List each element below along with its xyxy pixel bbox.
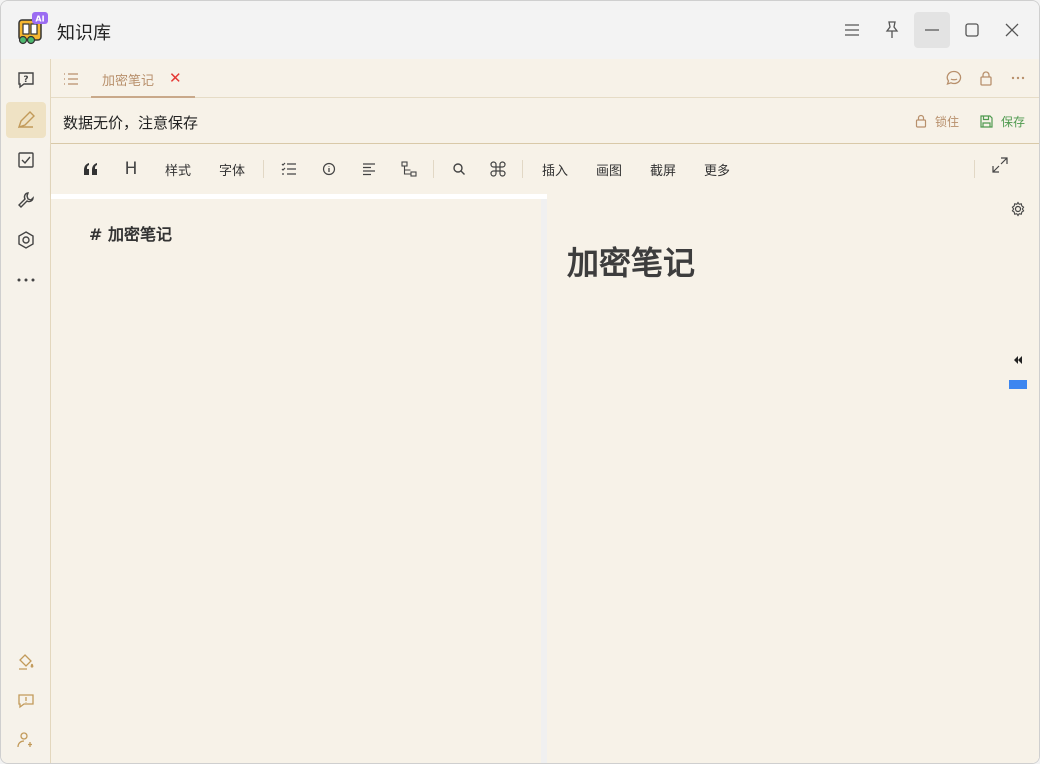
editor-heading-line: # 加密笔记 bbox=[89, 225, 172, 244]
lock-icon bbox=[915, 114, 927, 128]
tab-label: 加密笔记 bbox=[102, 74, 155, 89]
close-button[interactable] bbox=[994, 12, 1030, 48]
search-button[interactable] bbox=[449, 159, 469, 179]
tab-more-button[interactable] bbox=[1008, 68, 1028, 88]
wrench-icon bbox=[18, 192, 34, 208]
tab-bar: 加密笔记 ✕ bbox=[51, 59, 1039, 98]
app-window: AI 知识库 ? 加密笔记 ✕ 数据无价，注意保存 锁住 保存 H 样式 字体 … bbox=[0, 0, 1040, 764]
preview-heading: 加密笔记 bbox=[567, 244, 696, 282]
screenshot-button[interactable]: 截屏 bbox=[646, 159, 680, 179]
app-title: 知识库 bbox=[57, 23, 111, 44]
toolbar-separator bbox=[522, 160, 523, 178]
expand-icon bbox=[992, 157, 1008, 173]
pin-icon bbox=[885, 21, 899, 38]
sidebar-item-feedback[interactable] bbox=[6, 683, 46, 719]
draw-button[interactable]: 画图 bbox=[592, 159, 626, 179]
save-label: 保存 bbox=[1001, 114, 1026, 129]
chat-button[interactable] bbox=[944, 68, 964, 88]
lock-tab-button[interactable] bbox=[976, 68, 996, 88]
main-area: 加密笔记 ✕ 数据无价，注意保存 锁住 保存 H 样式 字体 插入 画图 截屏 … bbox=[51, 59, 1039, 763]
sidebar-item-settings[interactable] bbox=[6, 222, 46, 258]
info-button[interactable] bbox=[319, 159, 339, 179]
chat-bubble-icon bbox=[946, 70, 962, 86]
question-chat-icon: ? bbox=[18, 72, 34, 89]
double-chevron-left-icon bbox=[1014, 356, 1022, 364]
logo-badge-text: AI bbox=[35, 15, 44, 24]
toolbar-separator bbox=[263, 160, 264, 178]
close-icon bbox=[1005, 23, 1019, 37]
fullscreen-button[interactable] bbox=[990, 155, 1010, 175]
save-icon bbox=[980, 114, 993, 128]
pin-button[interactable] bbox=[874, 12, 910, 48]
command-key-icon bbox=[490, 161, 506, 177]
scroll-indicator[interactable] bbox=[1009, 380, 1027, 389]
search-icon bbox=[453, 163, 465, 175]
app-logo-icon: AI bbox=[15, 12, 49, 46]
save-button[interactable]: 保存 bbox=[980, 112, 1025, 130]
lock-icon bbox=[980, 71, 992, 86]
tree-diagram-icon bbox=[401, 161, 417, 177]
sidebar-item-notes[interactable] bbox=[6, 102, 46, 138]
left-sidebar: ? bbox=[1, 59, 51, 763]
markdown-editor[interactable]: # 加密笔记 bbox=[51, 199, 541, 763]
list-indent-icon bbox=[64, 73, 78, 85]
info-icon bbox=[322, 162, 336, 176]
sidebar-item-tools[interactable] bbox=[6, 182, 46, 218]
more-button[interactable]: 更多 bbox=[700, 159, 734, 179]
editor-toolbar: H 样式 字体 插入 画图 截屏 更多 bbox=[51, 144, 1039, 194]
insert-button[interactable]: 插入 bbox=[538, 159, 572, 179]
menu-button[interactable] bbox=[834, 12, 870, 48]
preview-pane: 加密笔记 bbox=[547, 194, 1039, 763]
align-button[interactable] bbox=[359, 159, 379, 179]
list-button[interactable] bbox=[279, 159, 299, 179]
checkbox-icon bbox=[18, 152, 34, 168]
svg-text:?: ? bbox=[23, 75, 28, 85]
toolbar-separator bbox=[974, 160, 975, 178]
heading-button[interactable]: H bbox=[121, 159, 141, 179]
edit-icon bbox=[17, 111, 35, 129]
checklist-icon bbox=[281, 162, 296, 175]
mindmap-button[interactable] bbox=[399, 159, 419, 179]
notice-text: 数据无价，注意保存 bbox=[63, 114, 199, 132]
more-dots-icon bbox=[17, 278, 35, 282]
more-dots-icon bbox=[1011, 76, 1025, 80]
maximize-icon bbox=[965, 23, 979, 37]
gear-icon bbox=[1011, 201, 1025, 217]
hamburger-menu-icon bbox=[845, 24, 859, 36]
collapse-outline-button[interactable] bbox=[1011, 354, 1025, 366]
notice-bar: 数据无价，注意保存 锁住 保存 bbox=[51, 98, 1039, 144]
feedback-icon bbox=[18, 694, 34, 709]
quote-icon bbox=[84, 163, 97, 175]
hexagon-settings-icon bbox=[18, 231, 34, 249]
preview-settings-button[interactable] bbox=[1009, 200, 1027, 218]
sidebar-item-account[interactable] bbox=[6, 722, 46, 758]
user-settings-icon bbox=[17, 732, 32, 748]
title-bar: AI 知识库 bbox=[1, 1, 1039, 59]
minimize-button[interactable] bbox=[914, 12, 950, 48]
paint-bucket-icon bbox=[19, 654, 34, 670]
lock-button[interactable]: 锁住 bbox=[915, 112, 959, 130]
tab-encrypted-notes[interactable]: 加密笔记 ✕ bbox=[91, 59, 195, 98]
align-left-icon bbox=[363, 162, 375, 175]
outline-toggle[interactable] bbox=[61, 69, 81, 89]
sidebar-item-qa[interactable]: ? bbox=[6, 62, 46, 98]
preview-settings-button[interactable] bbox=[1009, 258, 1027, 276]
tab-close-icon[interactable]: ✕ bbox=[169, 69, 182, 87]
sidebar-item-theme[interactable] bbox=[6, 644, 46, 680]
sidebar-item-more[interactable] bbox=[6, 262, 46, 298]
font-button[interactable]: 字体 bbox=[215, 159, 249, 179]
toolbar-separator bbox=[433, 160, 434, 178]
command-button[interactable] bbox=[488, 159, 508, 179]
style-button[interactable]: 样式 bbox=[161, 159, 195, 179]
maximize-button[interactable] bbox=[954, 12, 990, 48]
quote-button[interactable] bbox=[81, 159, 101, 179]
editor-container: # 加密笔记 加密笔记 bbox=[51, 194, 1039, 763]
lock-label: 锁住 bbox=[935, 114, 960, 129]
sidebar-item-tasks[interactable] bbox=[6, 142, 46, 178]
minimize-icon bbox=[925, 29, 939, 31]
